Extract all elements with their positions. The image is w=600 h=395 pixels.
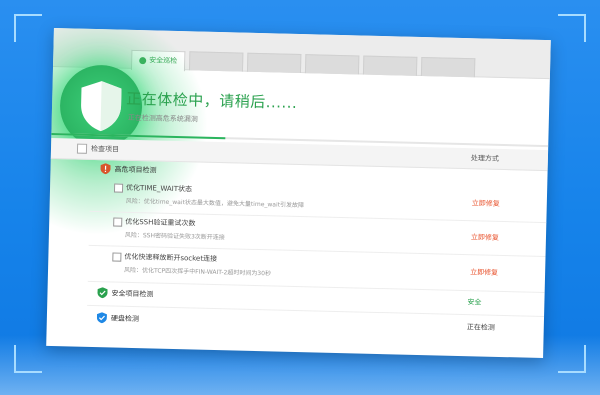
row-divider <box>87 280 545 294</box>
tab-5[interactable] <box>362 55 418 76</box>
column-header-action: 处理方式 <box>470 154 499 163</box>
tab-4[interactable] <box>304 54 360 75</box>
warning-shield-icon <box>100 163 111 175</box>
group-security[interactable]: 安全项目检测 安全 <box>48 286 545 306</box>
column-header-item: 检查项目 <box>90 144 120 154</box>
item-checkbox[interactable] <box>113 183 124 193</box>
item-name: 优化快速释放断开socket连接 <box>124 252 218 264</box>
blue-shield-icon <box>96 312 107 324</box>
item-description: 风险：SSH密码验证失败3次断开连接 <box>124 231 225 242</box>
tab-6[interactable] <box>420 56 476 78</box>
tab-3[interactable] <box>246 52 302 74</box>
item-name: 优化SSH验证重试次数 <box>125 217 196 228</box>
frame-corner-bottom-left <box>14 345 42 373</box>
fix-now-button[interactable]: 立即修复 <box>471 232 499 243</box>
frame-corner-bottom-right <box>558 345 586 373</box>
group-label: 硬盘检测 <box>110 314 139 324</box>
frame-corner-top-right <box>558 14 586 42</box>
group-disk[interactable]: 硬盘检测 正在检测 <box>47 311 544 332</box>
green-shield-icon <box>97 287 108 299</box>
item-checkbox[interactable] <box>113 217 123 227</box>
frame-corner-top-left <box>14 14 42 42</box>
scan-status-subtitle: 正在检测高危系统漏洞 <box>127 113 198 124</box>
item-description: 风险：优化TCP四次挥手中FIN-WAIT-2超时时间为30秒 <box>123 266 272 278</box>
group-status: 正在检测 <box>466 323 495 332</box>
tab-bar: 安全巡检 <box>53 27 551 80</box>
fix-now-button[interactable]: 立即修复 <box>470 267 498 278</box>
tab-security-check[interactable]: 安全巡检 <box>130 49 186 72</box>
scan-status-title: 正在体检中，请稍后...... <box>126 89 298 112</box>
shield-icon <box>81 81 122 132</box>
fix-now-button[interactable]: 立即修复 <box>472 198 500 209</box>
select-all-checkbox[interactable] <box>76 143 88 154</box>
list-item: 优化快速释放断开socket连接 风险：优化TCP四次挥手中FIN-WAIT-2… <box>49 250 546 277</box>
list-item: 优化TIME_WAIT状态 风险：优化time_wait状态最大数值，避免大量t… <box>50 181 547 209</box>
app-window: 安全巡检 正在体检中，请稍后...... 正在检测高危系统漏洞 检查项目 处理方… <box>46 27 551 359</box>
group-label: 高危项目检测 <box>114 165 157 175</box>
group-status: 安全 <box>467 298 482 307</box>
group-label: 安全项目检测 <box>111 289 154 299</box>
item-checkbox[interactable] <box>112 252 122 262</box>
item-description: 风险：优化time_wait状态最大数值，避免大量time_wait引发故障 <box>125 197 305 210</box>
item-name: 优化TIME_WAIT状态 <box>125 183 193 194</box>
tab-2[interactable] <box>188 51 244 72</box>
shield-icon <box>139 56 147 64</box>
